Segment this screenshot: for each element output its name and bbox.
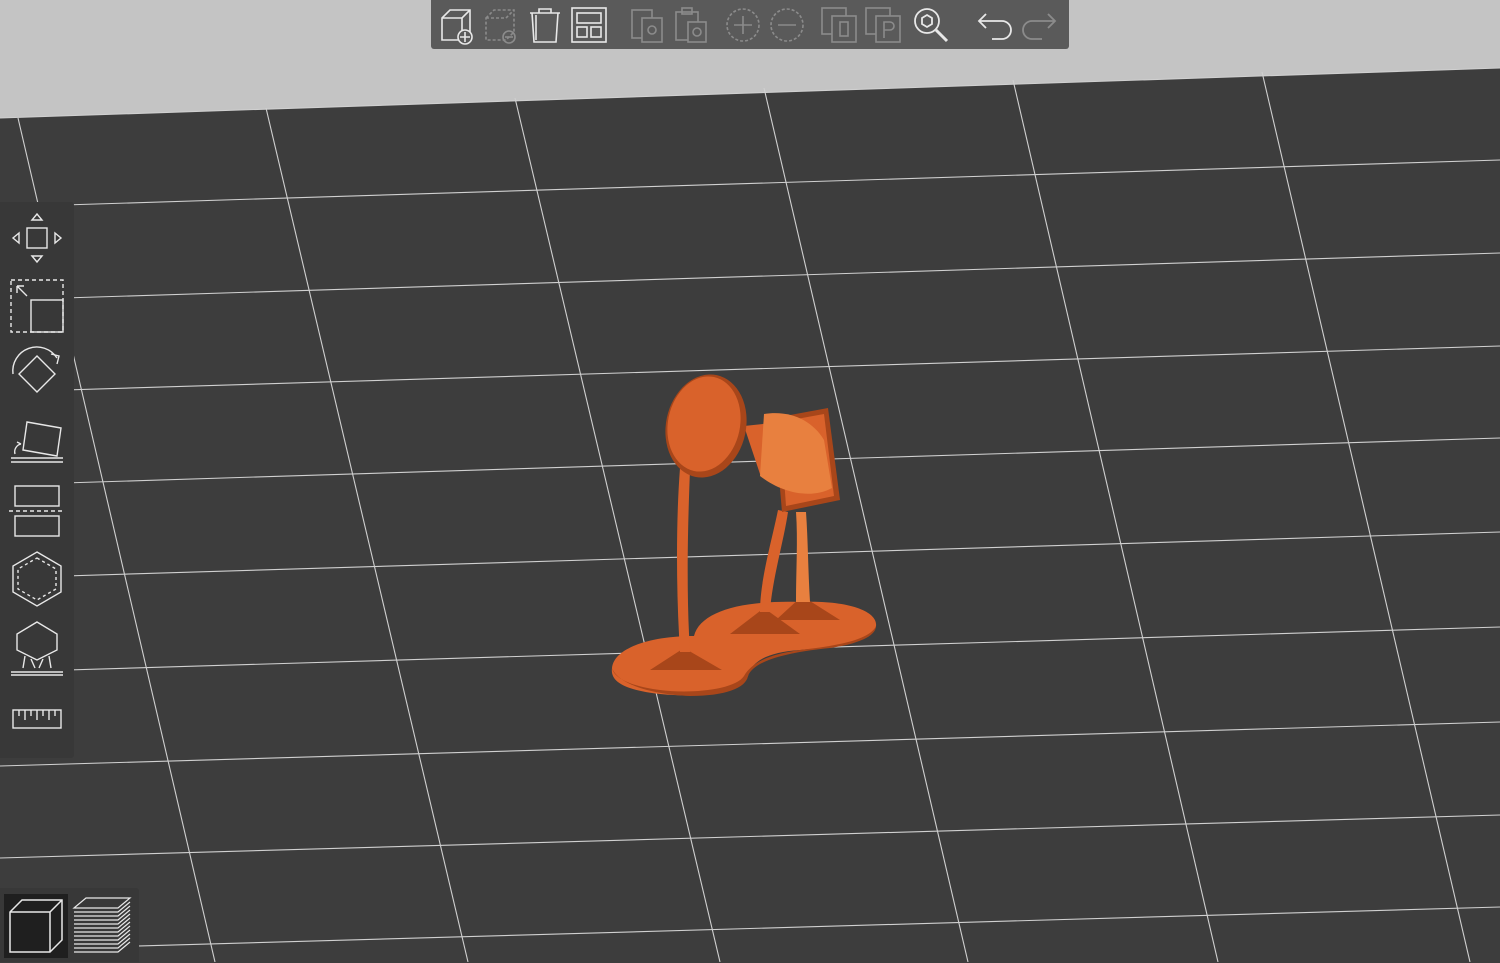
search-button[interactable] — [909, 3, 953, 47]
tool-sidebar — [0, 202, 74, 758]
add-model-button[interactable] — [435, 3, 479, 47]
arrange-button[interactable] — [567, 3, 611, 47]
scale-tool-button[interactable] — [4, 274, 70, 338]
zoom-out-icon — [770, 7, 804, 42]
zoom-in-button[interactable] — [721, 3, 765, 47]
layer-view-button[interactable] — [70, 894, 134, 958]
supports-tool-button[interactable] — [4, 614, 70, 678]
trash-icon — [530, 7, 560, 43]
copy-icon — [631, 8, 663, 43]
redo-button[interactable] — [1017, 3, 1061, 47]
paste-button[interactable] — [669, 3, 713, 47]
zoom-in-icon — [726, 7, 760, 42]
remove-model-button[interactable] — [479, 3, 523, 47]
view-mode-switcher — [0, 888, 139, 962]
measure-tool-button[interactable] — [4, 686, 70, 750]
redo-icon — [1022, 12, 1057, 40]
build-plate-viewport[interactable] — [0, 0, 1500, 962]
arrange-layout-icon — [571, 6, 607, 43]
lay-flat-tool-button[interactable] — [4, 410, 70, 474]
3d-view-button[interactable] — [4, 894, 68, 958]
hollow-icon — [12, 551, 62, 607]
zoom-out-button[interactable] — [765, 3, 809, 47]
clone-p-icon — [865, 6, 901, 43]
search-icon — [914, 7, 949, 42]
cube-remove-icon — [485, 8, 516, 44]
clone-p-button[interactable] — [861, 3, 905, 47]
layers-icon — [72, 897, 132, 953]
ruler-icon — [12, 709, 62, 729]
move-arrows-icon — [11, 212, 63, 264]
delete-button[interactable] — [523, 3, 567, 47]
move-tool-button[interactable] — [4, 206, 70, 270]
cut-tool-button[interactable] — [4, 478, 70, 542]
rotate-icon — [12, 346, 60, 393]
copy-button[interactable] — [625, 3, 669, 47]
solid-cube-icon — [9, 899, 63, 953]
cut-icon — [9, 485, 65, 537]
paste-icon — [675, 6, 707, 43]
hollow-tool-button[interactable] — [4, 546, 70, 610]
undo-icon — [977, 12, 1012, 40]
supports-icon — [11, 621, 63, 676]
top-toolbar — [431, 0, 1069, 49]
cube-add-icon — [441, 8, 473, 45]
clone-0-icon — [821, 6, 857, 43]
undo-button[interactable] — [973, 3, 1017, 47]
lay-flat-icon — [11, 421, 63, 463]
scale-icon — [10, 279, 64, 333]
clone-0-button[interactable] — [817, 3, 861, 47]
rotate-tool-button[interactable] — [4, 342, 70, 406]
build-plate-floor — [0, 68, 1500, 962]
